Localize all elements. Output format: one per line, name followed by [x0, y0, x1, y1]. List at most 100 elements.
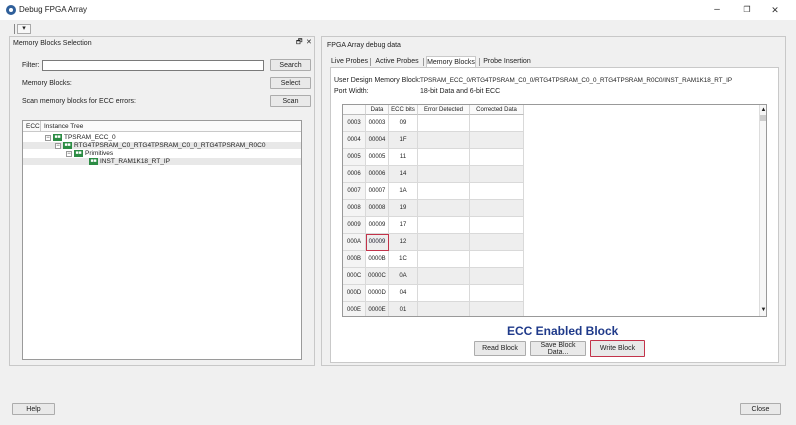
collapse-icon[interactable]: −: [66, 150, 72, 157]
float-panel-icon[interactable]: 🗗: [296, 38, 303, 49]
read-block-button[interactable]: Read Block: [474, 341, 526, 356]
tree-node-label: Primitives: [85, 150, 114, 158]
grid-cell-corrected-data[interactable]: [470, 166, 524, 183]
grid-cell-data[interactable]: 0000C: [366, 268, 389, 285]
grid-cell-error-detected[interactable]: [418, 251, 470, 268]
grid-cell-data[interactable]: 0000D: [366, 285, 389, 302]
table-row[interactable]: 000C 0000C 0A: [343, 268, 524, 285]
select-button[interactable]: Select: [270, 77, 311, 89]
tree-node[interactable]: − ■■ TPSRAM_ECC_0: [45, 134, 116, 141]
grid-cell-ecc[interactable]: 04: [389, 285, 418, 302]
grid-cell-corrected-data[interactable]: [470, 285, 524, 302]
grid-cell-error-detected[interactable]: [418, 234, 470, 251]
title-bar: Debug FPGA Array – ❐ ✕: [0, 0, 796, 20]
grid-cell-corrected-data[interactable]: [470, 183, 524, 200]
table-row[interactable]: 0003 00003 09: [343, 115, 524, 132]
tab-live-probes[interactable]: Live Probes: [331, 56, 368, 67]
scroll-down-icon[interactable]: ▼: [760, 306, 766, 314]
grid-cell-ecc[interactable]: 14: [389, 166, 418, 183]
table-row[interactable]: 0004 00004 1F: [343, 132, 524, 149]
table-row[interactable]: 000A 00009 12: [343, 234, 524, 251]
grid-cell-data[interactable]: 00006: [366, 166, 389, 183]
save-block-data-button[interactable]: Save Block Data...: [530, 341, 586, 356]
help-button[interactable]: Help: [12, 403, 55, 415]
grid-cell-corrected-data[interactable]: [470, 302, 524, 316]
grid-cell-ecc[interactable]: 19: [389, 200, 418, 217]
left-panel-title: Memory Blocks Selection: [13, 40, 92, 47]
grid-cell-error-detected[interactable]: [418, 149, 470, 166]
table-row[interactable]: 000E 0000E 01: [343, 302, 524, 316]
minimize-button[interactable]: –: [706, 3, 728, 17]
tree-node[interactable]: − ■■ RTG4TPSRAM_C0_RTG4TPSRAM_C0_0_RTG4TPS…: [23, 142, 301, 150]
table-row[interactable]: 0007 00007 1A: [343, 183, 524, 200]
grid-cell-data[interactable]: 00007: [366, 183, 389, 200]
memory-data-grid[interactable]: Data ECC bits Error Detected Corrected D…: [342, 104, 767, 317]
grid-cell-ecc[interactable]: 1F: [389, 132, 418, 149]
grid-cell-ecc[interactable]: 12: [389, 234, 418, 251]
grid-cell-data[interactable]: 00004: [366, 132, 389, 149]
memory-blocks-selection-panel: Memory Blocks Selection 🗗 ✕ Filter: Sear…: [9, 36, 315, 366]
grid-cell-ecc[interactable]: 1C: [389, 251, 418, 268]
grid-cell-error-detected[interactable]: [418, 183, 470, 200]
grid-cell-ecc[interactable]: 11: [389, 149, 418, 166]
maximize-button[interactable]: ❐: [736, 3, 758, 17]
tab-memory-blocks[interactable]: Memory Blocks: [426, 56, 476, 67]
grid-cell-error-detected[interactable]: [418, 200, 470, 217]
grid-cell-corrected-data[interactable]: [470, 149, 524, 166]
grid-cell-data[interactable]: 0000B: [366, 251, 389, 268]
table-row[interactable]: 0009 00009 17: [343, 217, 524, 234]
grid-cell-error-detected[interactable]: [418, 115, 470, 132]
tab-active-probes[interactable]: Active Probes: [374, 56, 420, 67]
grid-cell-error-detected[interactable]: [418, 302, 470, 316]
collapse-icon[interactable]: −: [55, 142, 61, 149]
table-row[interactable]: 000D 0000D 04: [343, 285, 524, 302]
close-button[interactable]: Close: [740, 403, 781, 415]
table-row[interactable]: 0005 00005 11: [343, 149, 524, 166]
tree-node-label: RTG4TPSRAM_C0_RTG4TPSRAM_C0_0_RTG4TPSRAM…: [74, 142, 266, 150]
close-panel-icon[interactable]: ✕: [306, 38, 312, 46]
user-design-label: User Design Memory Block:: [334, 77, 421, 84]
tree-node[interactable]: − ■■ Primitives: [66, 150, 113, 157]
grid-cell-error-detected[interactable]: [418, 285, 470, 302]
table-row[interactable]: 000B 0000B 1C: [343, 251, 524, 268]
grid-cell-corrected-data[interactable]: [470, 217, 524, 234]
grid-cell-corrected-data[interactable]: [470, 234, 524, 251]
tab-probe-insertion[interactable]: Probe Insertion: [482, 56, 532, 67]
grid-cell-corrected-data[interactable]: [470, 115, 524, 132]
grid-cell-data[interactable]: 00009: [366, 217, 389, 234]
grid-cell-error-detected[interactable]: [418, 166, 470, 183]
grid-cell-data[interactable]: 00005: [366, 149, 389, 166]
grid-vertical-scrollbar[interactable]: ▲ ▼: [759, 105, 766, 316]
grid-cell-corrected-data[interactable]: [470, 251, 524, 268]
grid-cell-ecc[interactable]: 09: [389, 115, 418, 132]
grid-cell-error-detected[interactable]: [418, 268, 470, 285]
close-window-button[interactable]: ✕: [764, 3, 786, 17]
grid-cell-data[interactable]: 00003: [366, 115, 389, 132]
grid-cell-address: 0003: [343, 115, 366, 132]
scan-button[interactable]: Scan: [270, 95, 311, 107]
search-button[interactable]: Search: [270, 59, 311, 71]
table-row[interactable]: 0008 00008 19: [343, 200, 524, 217]
grid-cell-error-detected[interactable]: [418, 217, 470, 234]
scan-label: Scan memory blocks for ECC errors:: [22, 98, 136, 105]
grid-cell-corrected-data[interactable]: [470, 200, 524, 217]
grid-cell-ecc[interactable]: 17: [389, 217, 418, 234]
filter-input[interactable]: [42, 60, 264, 71]
grid-cell-data[interactable]: 0000E: [366, 302, 389, 316]
grid-cell-corrected-data[interactable]: [470, 268, 524, 285]
grid-cell-ecc[interactable]: 1A: [389, 183, 418, 200]
write-block-button[interactable]: Write Block: [590, 340, 645, 357]
table-row[interactable]: 0006 00006 14: [343, 166, 524, 183]
grid-cell-corrected-data[interactable]: [470, 132, 524, 149]
grid-cell-data[interactable]: 00009: [366, 234, 389, 251]
grid-cell-ecc[interactable]: 01: [389, 302, 418, 316]
memory-block-icon: ■■: [53, 134, 62, 141]
grid-cell-error-detected[interactable]: [418, 132, 470, 149]
grid-cell-ecc[interactable]: 0A: [389, 268, 418, 285]
scroll-thumb[interactable]: [760, 115, 766, 121]
grid-cell-data[interactable]: 00008: [366, 200, 389, 217]
scroll-up-icon[interactable]: ▲: [760, 106, 766, 114]
tree-node[interactable]: ■■ INST_RAM1K18_RT_IP: [23, 158, 301, 166]
toolbar-menu-button[interactable]: ▾: [17, 24, 31, 34]
collapse-icon[interactable]: −: [45, 134, 51, 141]
